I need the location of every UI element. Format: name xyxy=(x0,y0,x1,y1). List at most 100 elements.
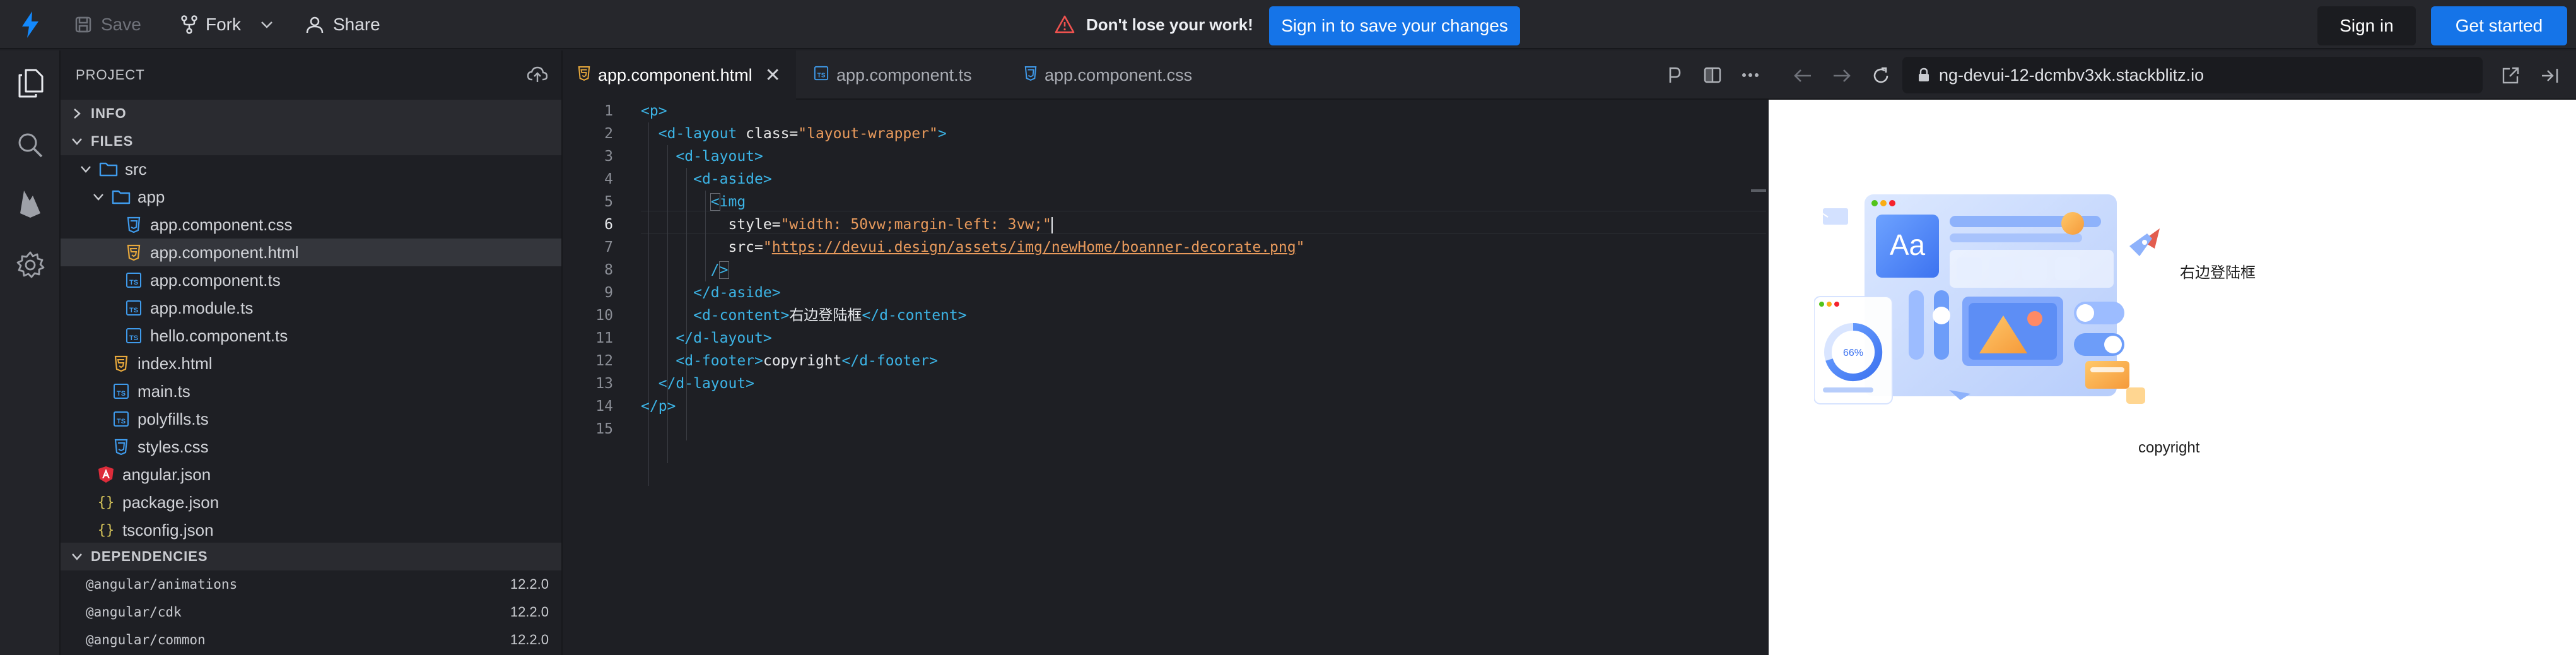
file-name: app xyxy=(138,187,165,206)
chevron-down-icon xyxy=(66,552,88,561)
code-line: /> xyxy=(710,261,729,279)
dependency-version: 12.2.0 xyxy=(510,604,549,620)
cloud-upload-icon[interactable] xyxy=(527,66,548,86)
tree-folder-app[interactable]: app xyxy=(61,183,561,211)
gauge-text: 66% xyxy=(1843,348,1863,358)
tab-app-component-html[interactable]: app.component.html ✕ xyxy=(563,50,796,100)
code-line: <d-aside> xyxy=(693,171,772,187)
code-line: </d-layout> xyxy=(676,330,772,346)
stackblitz-logo-icon[interactable] xyxy=(13,0,48,49)
tree-folder-src[interactable]: src xyxy=(61,155,561,183)
tree-file-package-json[interactable]: {} package.json xyxy=(61,488,561,516)
file-name: tsconfig.json xyxy=(122,520,214,540)
fork-button[interactable]: Fork xyxy=(180,0,241,49)
fork-options-chevron-down-icon[interactable] xyxy=(260,0,274,49)
chevron-right-icon xyxy=(66,108,88,119)
files-explorer-icon[interactable] xyxy=(14,67,47,100)
reload-icon[interactable] xyxy=(1870,64,1892,87)
firebase-icon[interactable] xyxy=(14,187,47,220)
svg-text:TS: TS xyxy=(129,307,138,314)
forward-arrow-icon[interactable] xyxy=(1830,64,1853,87)
save-button[interactable]: Save xyxy=(74,0,141,49)
line-number: 6 xyxy=(604,216,613,233)
tree-file-styles-css[interactable]: styles.css xyxy=(61,433,561,461)
svg-text:TS: TS xyxy=(817,72,826,79)
tree-file-angular-json[interactable]: angular.json xyxy=(61,461,561,488)
tree-file-app-component-ts[interactable]: TS app.component.ts xyxy=(61,266,561,294)
info-section-label: INFO xyxy=(91,105,127,121)
tree-file-app-module-ts[interactable]: TS app.module.ts xyxy=(61,294,561,322)
dependency-row[interactable]: @angular/common 12.2.0 xyxy=(61,626,561,654)
info-section-header[interactable]: INFO xyxy=(61,100,561,127)
tree-file-app-component-css[interactable]: app.component.css xyxy=(61,211,561,239)
preview-url-bar[interactable]: ng-devui-12-dcmbv3xk.stackblitz.io xyxy=(1902,57,2483,93)
ts-file-icon: TS xyxy=(111,381,131,401)
tree-file-main-ts[interactable]: TS main.ts xyxy=(61,377,561,405)
file-name: angular.json xyxy=(122,464,211,484)
dependencies-section-label: DEPENDENCIES xyxy=(91,548,208,564)
line-number: 11 xyxy=(595,330,613,346)
share-button[interactable]: Share xyxy=(305,0,380,49)
code-line: <d-layout class="layout-wrapper"> xyxy=(658,126,947,142)
get-started-button[interactable]: Get started xyxy=(2431,6,2567,45)
project-sidebar: PROJECT INFO FILES src app app.component… xyxy=(61,50,563,655)
file-name: hello.component.ts xyxy=(150,326,288,345)
search-icon[interactable] xyxy=(14,129,47,162)
banner-decorate-illustration: Aa 66% xyxy=(1813,189,2167,423)
code-line: </d-layout> xyxy=(658,375,755,392)
line-number: 3 xyxy=(604,148,613,165)
chevron-down-icon xyxy=(66,137,88,146)
dependency-row[interactable]: @angular/animations 12.2.0 xyxy=(61,570,561,598)
line-number: 12 xyxy=(595,353,613,369)
tab-app-component-ts[interactable]: TS app.component.ts xyxy=(809,50,1004,100)
tree-file-tsconfig-json[interactable]: {} tsconfig.json xyxy=(61,516,561,544)
footer-copyright-text: copyright xyxy=(2138,439,2200,456)
json-braces-icon: {} xyxy=(97,494,115,510)
tab-app-component-css[interactable]: app.component.css xyxy=(1019,50,1221,100)
code-editor[interactable]: 1 2 3 4 5 6 7 8 9 10 11 12 13 14 15 <p> … xyxy=(563,100,1766,655)
code-line: <p> xyxy=(641,103,667,119)
file-name: package.json xyxy=(122,492,220,512)
html-file-icon xyxy=(111,353,131,374)
prettier-format-icon[interactable] xyxy=(1664,64,1685,86)
tree-file-polyfills-ts[interactable]: TS polyfills.ts xyxy=(61,405,561,433)
collapse-preview-icon[interactable] xyxy=(2538,64,2561,87)
html-file-icon xyxy=(578,66,590,85)
share-label: Share xyxy=(333,15,380,34)
dependencies-section-header[interactable]: DEPENDENCIES xyxy=(61,543,561,570)
code-line: <d-footer>copyright</d-footer> xyxy=(676,353,938,369)
unsaved-warning: Don't lose your work! xyxy=(1055,0,1253,49)
overview-ruler-marker xyxy=(1751,189,1766,192)
tab-label: app.component.ts xyxy=(836,65,972,85)
file-name: main.ts xyxy=(138,381,190,401)
code-line: <d-layout> xyxy=(676,148,763,165)
open-in-new-window-icon[interactable] xyxy=(2499,64,2522,87)
more-options-icon[interactable] xyxy=(1740,64,1761,86)
tree-file-index-html[interactable]: index.html xyxy=(61,350,561,377)
warning-text: Don't lose your work! xyxy=(1086,15,1253,34)
editor-tab-bar: app.component.html ✕ TS app.component.ts… xyxy=(563,50,1766,100)
close-tab-icon[interactable]: ✕ xyxy=(765,64,781,86)
activity-bar xyxy=(0,50,61,655)
sign-in-button[interactable]: Sign in xyxy=(2317,6,2416,45)
line-number: 5 xyxy=(604,194,613,210)
folder-icon xyxy=(111,187,131,207)
svg-text:TS: TS xyxy=(129,334,138,342)
back-arrow-icon[interactable] xyxy=(1791,64,1814,87)
split-editor-icon[interactable] xyxy=(1702,64,1723,86)
dependency-name: @angular/common xyxy=(86,632,206,647)
dependency-row[interactable]: @angular/cdk 12.2.0 xyxy=(61,598,561,626)
line-number: 15 xyxy=(595,421,613,437)
file-name: styles.css xyxy=(138,437,209,456)
chevron-down-icon xyxy=(77,165,95,174)
sign-in-to-save-button[interactable]: Sign in to save your changes xyxy=(1269,6,1520,45)
dependency-version: 12.2.0 xyxy=(510,632,549,647)
file-name: app.component.html xyxy=(150,242,299,262)
file-name: index.html xyxy=(138,353,213,373)
files-section-header[interactable]: FILES xyxy=(61,127,561,155)
tree-file-hello-component-ts[interactable]: TS hello.component.ts xyxy=(61,322,561,350)
settings-gear-icon[interactable] xyxy=(14,249,47,281)
project-header-label: PROJECT xyxy=(76,67,145,83)
tree-file-app-component-html[interactable]: app.component.html xyxy=(61,239,561,266)
line-number: 1 xyxy=(604,103,613,119)
